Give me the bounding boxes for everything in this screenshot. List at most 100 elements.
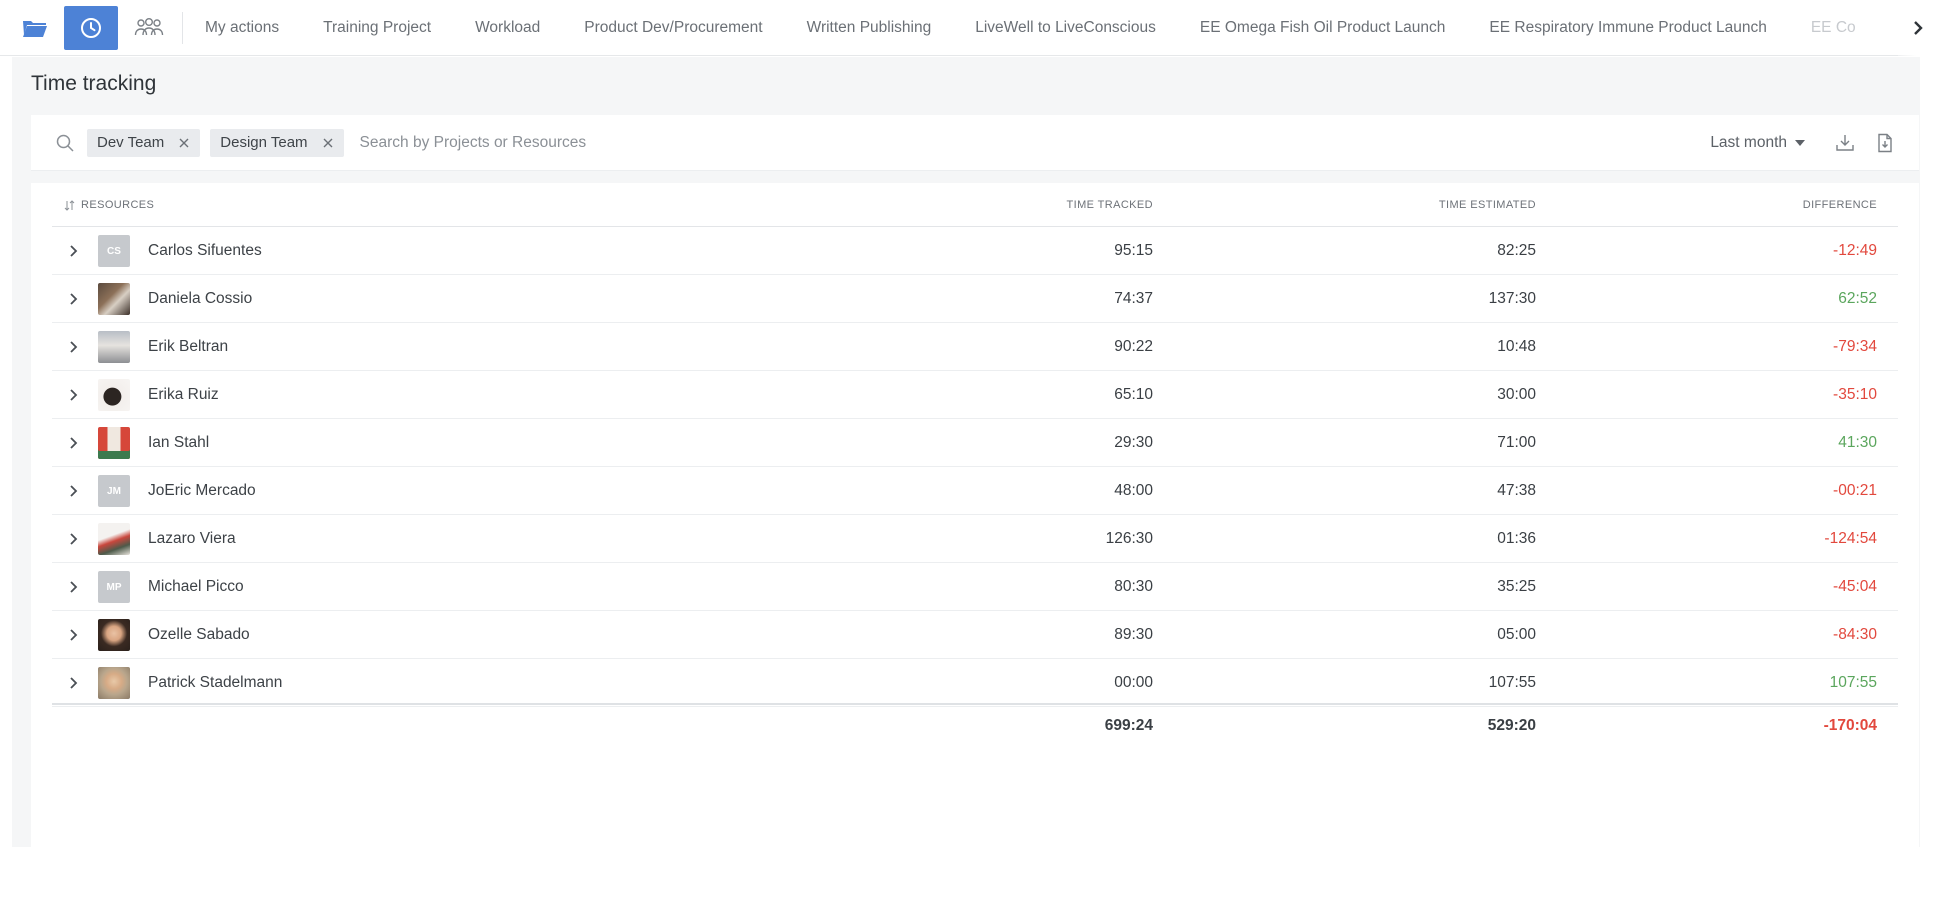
table-row[interactable]: CS Carlos Sifuentes 95:15 82:25 -12:49 — [52, 227, 1898, 275]
total-time-estimated: 529:20 — [1487, 717, 1536, 734]
time-tracked: 00:00 — [1114, 674, 1153, 691]
avatar: JM — [98, 475, 130, 507]
difference: -35:10 — [1833, 386, 1877, 403]
table-row[interactable]: Erika Ruiz 65:10 30:00 -35:10 — [52, 371, 1898, 419]
chevron-right-icon[interactable] — [68, 340, 78, 354]
chevron-right-icon[interactable] — [68, 484, 78, 498]
time-estimated: 30:00 — [1497, 386, 1536, 403]
time-tracked: 126:30 — [1105, 530, 1153, 547]
header-time-tracked[interactable]: TIME TRACKED — [1067, 199, 1154, 211]
table-row[interactable]: Daniela Cossio 74:37 137:30 62:52 — [52, 275, 1898, 323]
time-estimated: 107:55 — [1488, 674, 1536, 691]
chevron-right-icon[interactable] — [68, 628, 78, 642]
close-icon[interactable] — [322, 137, 334, 149]
time-tracking-table: RESOURCES TIME TRACKED TIME ESTIMATED DI… — [31, 183, 1919, 847]
chevron-right-icon[interactable] — [68, 244, 78, 258]
team-people-icon[interactable] — [124, 6, 174, 50]
difference: 62:52 — [1838, 290, 1877, 307]
time-tracked: 89:30 — [1114, 626, 1153, 643]
resource-name: JoEric Mercado — [148, 482, 256, 499]
tab-ee-respiratory-immune[interactable]: EE Respiratory Immune Product Launch — [1467, 0, 1788, 55]
search-input[interactable] — [357, 132, 598, 153]
table-row[interactable]: Patrick Stadelmann 00:00 107:55 107:55 — [52, 659, 1898, 707]
tab-workload[interactable]: Workload — [453, 0, 562, 55]
resource-name: Patrick Stadelmann — [148, 674, 283, 691]
close-icon[interactable] — [178, 137, 190, 149]
avatar-photo — [98, 379, 130, 411]
tab-ee-co-truncated[interactable]: EE Co — [1789, 0, 1878, 55]
filter-chip-dev-team: Dev Team — [87, 128, 201, 157]
main-content: Time tracking Dev Team Design Team Last … — [12, 57, 1920, 847]
export-pdf-icon[interactable] — [1875, 133, 1895, 153]
chevron-right-icon[interactable] — [68, 676, 78, 690]
tab-my-actions[interactable]: My actions — [189, 0, 301, 55]
table-row[interactable]: JM JoEric Mercado 48:00 47:38 -00:21 — [52, 467, 1898, 515]
table-header: RESOURCES TIME TRACKED TIME ESTIMATED DI… — [52, 183, 1898, 227]
chevron-right-icon[interactable] — [68, 292, 78, 306]
chevron-right-icon — [1914, 21, 1923, 35]
time-estimated: 47:38 — [1497, 482, 1536, 499]
header-time-estimated[interactable]: TIME ESTIMATED — [1439, 199, 1536, 211]
avatar: CS — [98, 235, 130, 267]
time-tracked: 95:15 — [1114, 242, 1153, 259]
difference: -79:34 — [1833, 338, 1877, 355]
time-estimated: 137:30 — [1488, 290, 1536, 307]
tabs-scroll-right-button[interactable] — [1898, 0, 1938, 56]
projects-folder-icon[interactable] — [12, 6, 58, 50]
header-resources-label: RESOURCES — [81, 199, 155, 211]
page-title: Time tracking — [31, 72, 157, 95]
tab-written-publishing[interactable]: Written Publishing — [785, 0, 954, 55]
period-label: Last month — [1710, 133, 1787, 151]
tab-livewell-to-liveconscious[interactable]: LiveWell to LiveConscious — [953, 0, 1178, 55]
time-tracked: 80:30 — [1114, 578, 1153, 595]
filter-actions: Last month — [1710, 133, 1895, 153]
search-icon — [55, 133, 75, 153]
table-row[interactable]: Lazaro Viera 126:30 01:36 -124:54 — [52, 515, 1898, 563]
difference: -84:30 — [1833, 626, 1877, 643]
avatar-photo — [98, 283, 130, 315]
header-difference[interactable]: DIFFERENCE — [1803, 199, 1877, 211]
chevron-right-icon[interactable] — [68, 532, 78, 546]
difference: -45:04 — [1833, 578, 1877, 595]
caret-down-icon — [1795, 139, 1805, 146]
header-resources[interactable]: RESOURCES — [64, 199, 154, 211]
chevron-right-icon[interactable] — [68, 388, 78, 402]
avatar-photo — [98, 331, 130, 363]
total-time-tracked: 699:24 — [1104, 717, 1153, 734]
time-estimated: 71:00 — [1497, 434, 1536, 451]
table-row[interactable]: Erik Beltran 90:22 10:48 -79:34 — [52, 323, 1898, 371]
table-row[interactable]: MP Michael Picco 80:30 35:25 -45:04 — [52, 563, 1898, 611]
avatar-photo — [98, 667, 130, 699]
chip-label: Dev Team — [97, 134, 165, 151]
export-download-icon[interactable] — [1835, 133, 1855, 153]
time-estimated: 82:25 — [1497, 242, 1536, 259]
chevron-right-icon[interactable] — [68, 436, 78, 450]
resource-name: Ian Stahl — [148, 434, 210, 451]
table-row[interactable]: Ozelle Sabado 89:30 05:00 -84:30 — [52, 611, 1898, 659]
table-row[interactable]: Ian Stahl 29:30 71:00 41:30 — [52, 419, 1898, 467]
difference: -124:54 — [1824, 530, 1877, 547]
tab-ee-omega-fish-oil[interactable]: EE Omega Fish Oil Product Launch — [1178, 0, 1468, 55]
tab-training-project[interactable]: Training Project — [301, 0, 453, 55]
time-tracked: 74:37 — [1114, 290, 1153, 307]
toolbar-divider — [182, 11, 183, 44]
sort-icon[interactable] — [64, 199, 75, 211]
total-difference: -170:04 — [1823, 717, 1877, 734]
period-dropdown[interactable]: Last month — [1710, 134, 1805, 152]
tab-product-dev-procurement[interactable]: Product Dev/Procurement — [562, 0, 784, 55]
difference: -12:49 — [1833, 242, 1877, 259]
filter-chip-design-team: Design Team — [210, 128, 344, 157]
resource-name: Erik Beltran — [148, 338, 229, 355]
avatar: MP — [98, 571, 130, 603]
difference: 107:55 — [1829, 674, 1877, 691]
difference: -00:21 — [1833, 482, 1877, 499]
time-tracking-clock-icon[interactable] — [64, 5, 118, 50]
time-estimated: 01:36 — [1497, 530, 1536, 547]
chip-label: Design Team — [220, 134, 308, 151]
time-tracked: 29:30 — [1114, 434, 1153, 451]
chevron-right-icon[interactable] — [68, 580, 78, 594]
resource-name: Lazaro Viera — [148, 530, 236, 547]
avatar-photo — [98, 523, 130, 555]
totals-row: 699:24 529:20 -170:04 — [52, 703, 1898, 751]
filter-bar: Dev Team Design Team Last month — [31, 115, 1919, 171]
